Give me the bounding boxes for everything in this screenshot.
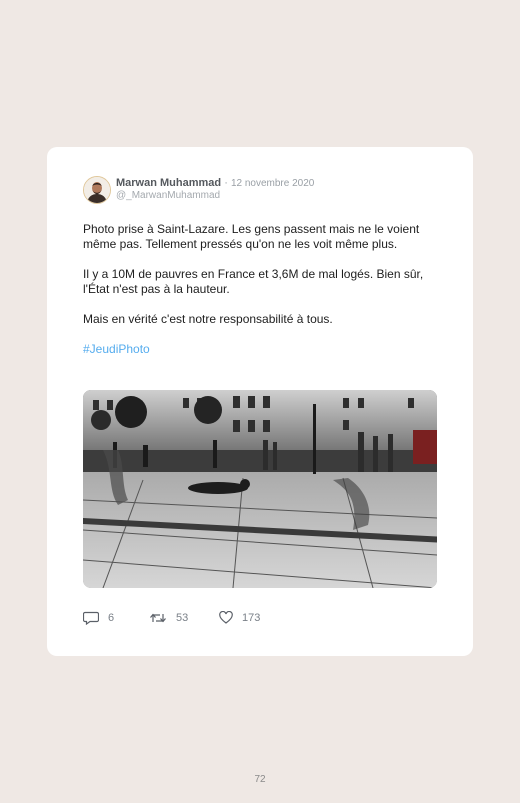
separator-dot: · bbox=[224, 177, 228, 189]
author-name[interactable]: Marwan Muhammad bbox=[116, 177, 221, 189]
avatar-image bbox=[84, 177, 110, 203]
heart-icon bbox=[219, 611, 233, 624]
avatar[interactable] bbox=[83, 176, 111, 204]
author-line: Marwan Muhammad · 12 novembre 2020 bbox=[116, 177, 314, 190]
reply-count: 6 bbox=[108, 612, 115, 624]
street-photo-image bbox=[83, 390, 437, 588]
tweet-paragraph: Mais en vérité c'est notre responsabilit… bbox=[83, 312, 333, 326]
like-action[interactable]: 173 bbox=[219, 611, 260, 624]
speech-bubble-icon bbox=[83, 611, 99, 625]
tweet-photo[interactable] bbox=[83, 390, 437, 588]
retweet-count: 53 bbox=[176, 612, 189, 624]
tweet-date[interactable]: 12 novembre 2020 bbox=[231, 178, 314, 189]
tweet-text: Photo prise à Saint-Lazare. Les gens pas… bbox=[83, 222, 443, 372]
retweet-icon bbox=[150, 613, 166, 623]
tweet-paragraph: Photo prise à Saint-Lazare. Les gens pas… bbox=[83, 222, 420, 251]
reply-action[interactable]: 6 bbox=[83, 611, 114, 625]
page-number: 72 bbox=[254, 774, 266, 785]
tweet-card: Marwan Muhammad · 12 novembre 2020 @_Mar… bbox=[47, 147, 473, 656]
author-handle[interactable]: @_MarwanMuhammad bbox=[116, 190, 220, 201]
tweet-paragraph: Il y a 10M de pauvres en France et 3,6M … bbox=[83, 267, 424, 296]
retweet-action[interactable]: 53 bbox=[149, 611, 188, 625]
like-count: 173 bbox=[242, 611, 261, 624]
hashtag-link[interactable]: #JeudiPhoto bbox=[83, 342, 150, 356]
